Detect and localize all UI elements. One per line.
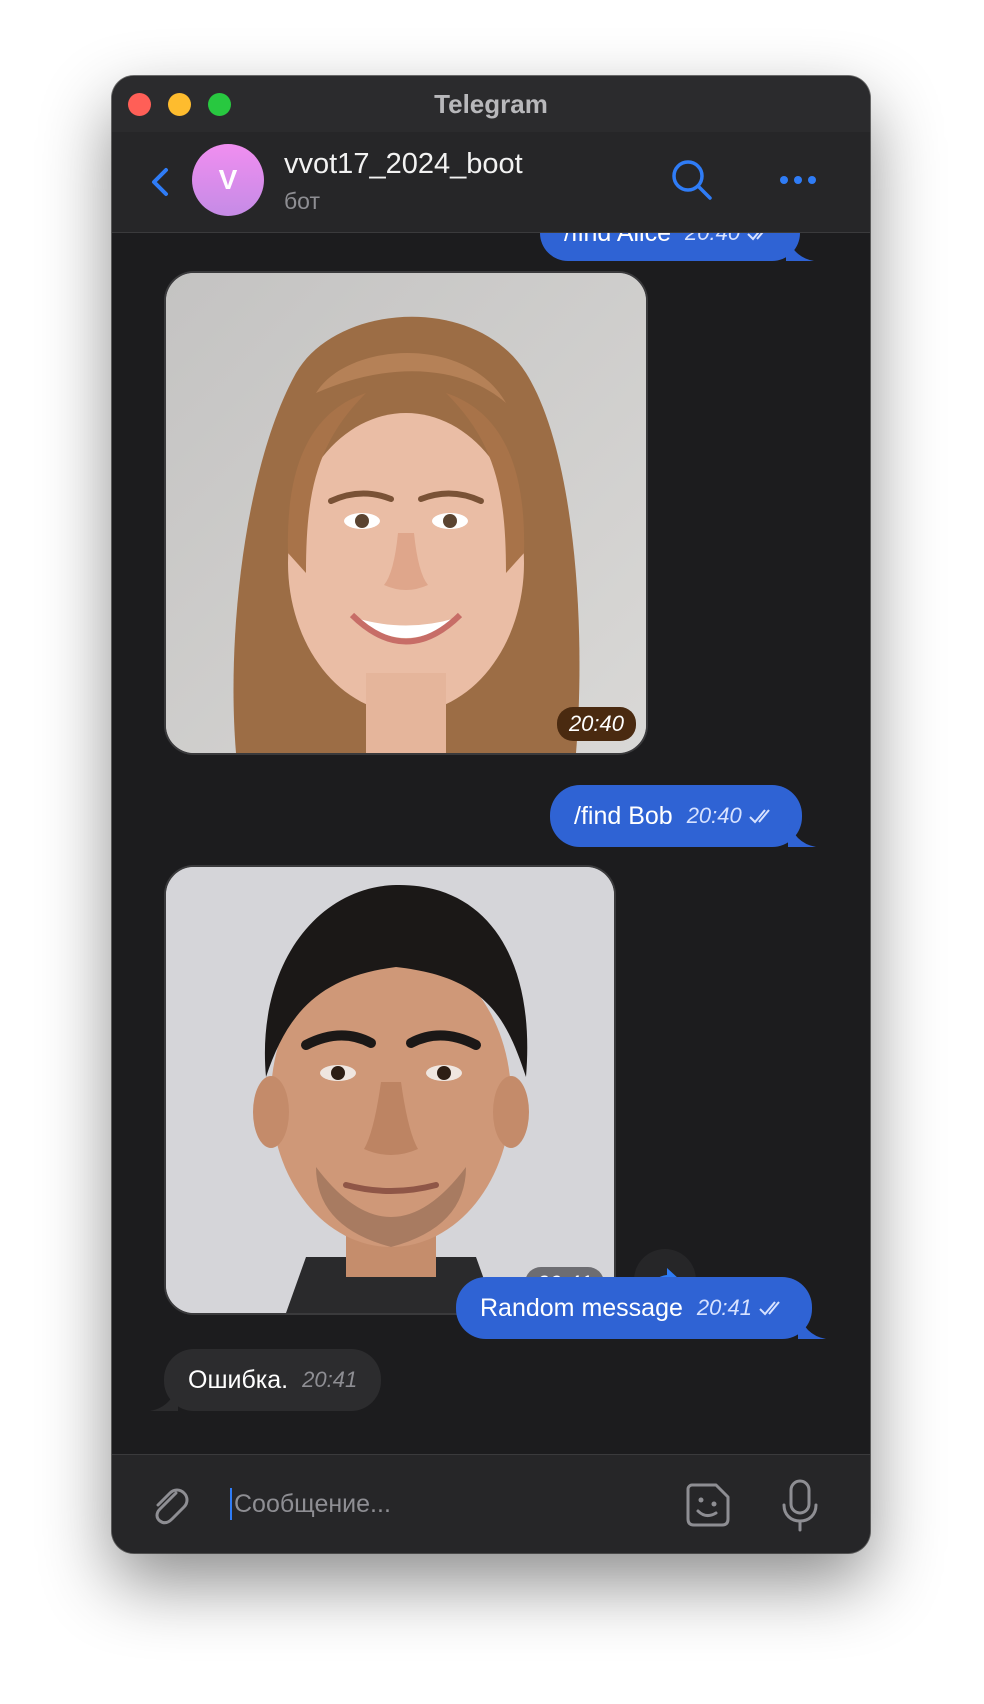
bubble-tail (786, 233, 815, 261)
woman-portrait (166, 273, 646, 753)
man-portrait (166, 867, 614, 1313)
message-text: Ошибка. (188, 1365, 289, 1394)
photo-message[interactable]: 20:40 (164, 271, 648, 755)
title-bar: Telegram (112, 76, 870, 132)
close-window-button[interactable] (128, 93, 151, 116)
zoom-window-button[interactable] (208, 93, 231, 116)
message-text: Random message (480, 1293, 683, 1322)
incoming-message[interactable]: Ошибка. 20:41 (150, 1349, 382, 1411)
outgoing-message[interactable]: /find Alice 20:40 (540, 233, 815, 261)
bubble-tail (797, 1311, 826, 1339)
peer-status: бот (284, 188, 320, 214)
chat-header: V vvot17_2024_boot бот (112, 132, 870, 233)
attach-icon[interactable] (146, 1481, 194, 1529)
peer-name[interactable]: vvot17_2024_boot (284, 148, 523, 181)
double-check-icon (759, 1301, 780, 1316)
telegram-window: Telegram V vvot17_2024_boot бот /find Al… (112, 76, 870, 1553)
back-icon[interactable] (142, 162, 182, 202)
photo-message[interactable]: 20:41 (164, 865, 616, 1315)
outgoing-message[interactable]: Random message 20:41 (456, 1277, 826, 1339)
message-text: /find Bob (574, 801, 673, 830)
message-input-wrapper (230, 1477, 630, 1531)
photo-time: 20:40 (556, 707, 636, 741)
message-text: /find Alice (564, 233, 671, 248)
message-list[interactable]: /find Alice 20:40 (112, 233, 870, 1455)
sticker-icon[interactable] (682, 1479, 734, 1531)
message-composer (112, 1454, 870, 1553)
double-check-icon (747, 233, 764, 241)
search-icon[interactable] (668, 156, 716, 204)
more-icon[interactable] (776, 162, 820, 198)
bubble-tail (150, 1383, 178, 1411)
microphone-icon[interactable] (778, 1477, 822, 1533)
double-check-icon (749, 809, 770, 824)
minimize-window-button[interactable] (168, 93, 191, 116)
message-time: 20:40 (686, 803, 742, 828)
message-time: 20:41 (302, 1367, 358, 1392)
message-time: 20:40 (685, 233, 740, 246)
outgoing-message[interactable]: /find Bob 20:40 (550, 785, 816, 847)
avatar[interactable]: V (192, 144, 264, 216)
window-controls (128, 93, 231, 116)
message-input[interactable] (232, 1489, 616, 1519)
message-time: 20:41 (696, 1295, 752, 1320)
bubble-tail (787, 819, 816, 847)
window-title: Telegram (434, 88, 548, 119)
